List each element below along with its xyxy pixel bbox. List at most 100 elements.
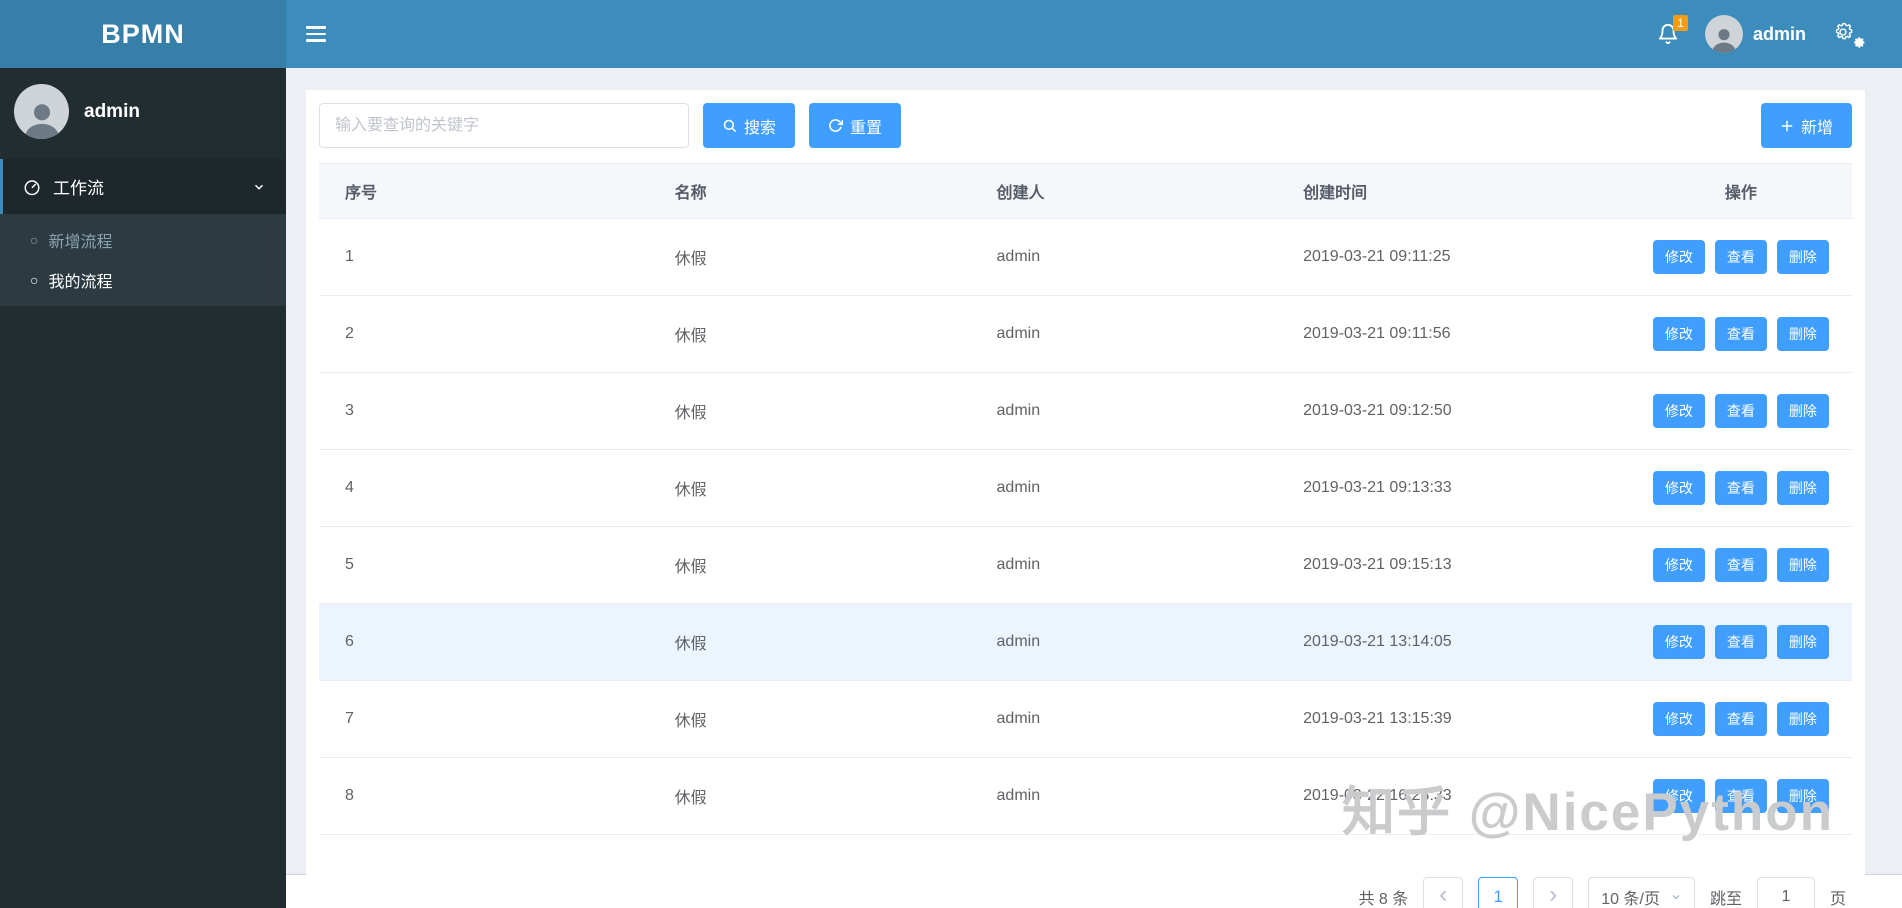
table-row[interactable]: 2 休假 admin 2019-03-21 09:11:56 修改 查看 删除 [319,295,1852,373]
cell-id: 3 [319,372,649,450]
table-row[interactable]: 3 休假 admin 2019-03-21 09:12:50 修改 查看 删除 [319,372,1852,450]
cell-creator: admin [970,757,1278,835]
table-header: 序号 名称 创建人 创建时间 操作 [319,163,1852,219]
sidebar-user-panel: admin [0,68,286,159]
page-size-select[interactable]: 10 条/页 [1588,877,1695,908]
row-view-button[interactable]: 查看 [1714,394,1767,428]
user-menu-button[interactable]: admin [1704,15,1806,53]
plus-icon [1781,120,1793,131]
submenu-item-label: 我的流程 [48,274,113,291]
chevron-down-icon [254,184,264,190]
row-view-button[interactable]: 查看 [1714,625,1767,659]
submenu-item-label: 新增流程 [48,234,113,251]
cell-id: 6 [319,603,649,681]
sidebar-item-workflow[interactable]: 工作流 [0,159,286,214]
sidebar-item-my-process[interactable]: ○ 我的流程 [0,260,286,300]
sidebar-avatar [14,84,69,139]
row-edit-button[interactable]: 修改 [1652,702,1705,736]
navbar-avatar [1704,15,1743,53]
cell-id: 8 [319,757,649,835]
cell-name: 休假 [648,526,971,604]
row-view-button[interactable]: 查看 [1714,317,1767,351]
row-view-button[interactable]: 查看 [1714,471,1767,505]
cell-created: 2019-03-21 09:15:13 [1277,526,1630,604]
row-view-button[interactable]: 查看 [1714,779,1767,813]
table-row[interactable]: 5 休假 admin 2019-03-21 09:15:13 修改 查看 删除 [319,526,1852,604]
navbar-right: 1 admin [1657,15,1902,53]
cell-name: 休假 [648,757,971,835]
search-button[interactable]: 搜索 [703,103,796,148]
cell-name: 休假 [648,449,971,527]
reset-button-label: 重置 [850,119,883,137]
workflow-table: 序号 名称 创建人 创建时间 操作 1 休假 admin 2019-03-21 … [319,163,1852,835]
workflow-icon [24,179,40,195]
row-delete-button[interactable]: 删除 [1776,702,1829,736]
notifications-button[interactable]: 1 [1657,15,1688,45]
cell-id: 5 [319,526,649,604]
row-delete-button[interactable]: 删除 [1776,471,1829,505]
jump-page-input[interactable] [1756,877,1815,908]
small-gear-icon [1854,37,1865,48]
row-delete-button[interactable]: 删除 [1776,548,1829,582]
row-edit-button[interactable]: 修改 [1652,240,1705,274]
search-input[interactable] [319,103,689,148]
table-row[interactable]: 8 休假 admin 2019-03-22 16:28:33 修改 查看 删除 [319,757,1852,835]
page-number-button[interactable]: 1 [1478,877,1519,908]
cell-actions: 修改 查看 删除 [1629,757,1852,835]
row-edit-button[interactable]: 修改 [1652,394,1705,428]
total-count: 共 8 条 [1358,891,1409,908]
cell-created: 2019-03-22 16:28:33 [1277,757,1630,835]
reset-button[interactable]: 重置 [809,103,902,148]
navbar-username: admin [1752,23,1806,44]
cell-created: 2019-03-21 13:14:05 [1277,603,1630,681]
table-row[interactable]: 4 休假 admin 2019-03-21 09:13:33 修改 查看 删除 [319,449,1852,527]
prev-page-button[interactable]: ‹ [1423,877,1464,908]
cell-id: 7 [319,680,649,758]
page-unit-label: 页 [1829,891,1846,908]
row-edit-button[interactable]: 修改 [1652,779,1705,813]
table-row[interactable]: 7 休假 admin 2019-03-21 13:15:39 修改 查看 删除 [319,680,1852,758]
sidebar-toggle-button[interactable] [286,0,346,68]
row-delete-button[interactable]: 删除 [1776,779,1829,813]
row-edit-button[interactable]: 修改 [1652,317,1705,351]
jump-label: 跳至 [1709,891,1742,908]
header-created: 创建时间 [1277,163,1630,219]
row-delete-button[interactable]: 删除 [1776,394,1829,428]
app-logo: BPMN [0,0,286,68]
row-edit-button[interactable]: 修改 [1652,548,1705,582]
cell-name: 休假 [648,372,971,450]
row-edit-button[interactable]: 修改 [1652,625,1705,659]
add-button[interactable]: 新增 [1760,103,1852,148]
circle-icon: ○ [30,232,39,248]
table-row[interactable]: 6 休假 admin 2019-03-21 13:14:05 修改 查看 删除 [319,603,1852,681]
cell-actions: 修改 查看 删除 [1629,449,1852,527]
row-view-button[interactable]: 查看 [1714,548,1767,582]
row-delete-button[interactable]: 删除 [1776,240,1829,274]
cell-actions: 修改 查看 删除 [1629,526,1852,604]
next-page-button[interactable]: › [1533,877,1574,908]
row-edit-button[interactable]: 修改 [1652,471,1705,505]
toolbar: 搜索 重置 新增 [319,103,1852,148]
row-view-button[interactable]: 查看 [1714,240,1767,274]
top-navbar: 1 admin [286,0,1902,68]
cell-creator: admin [970,218,1278,296]
refresh-icon [829,119,844,132]
cell-created: 2019-03-21 09:11:56 [1277,295,1630,373]
search-button-label: 搜索 [744,119,777,137]
sidebar-submenu: ○ 新增流程 ○ 我的流程 [0,214,286,306]
settings-button[interactable] [1832,19,1866,49]
row-view-button[interactable]: 查看 [1714,702,1767,736]
gear-icon [1835,22,1853,40]
add-button-label: 新增 [1800,119,1833,137]
workflow-panel: 搜索 重置 新增 序号 名 [306,90,1865,908]
row-delete-button[interactable]: 删除 [1776,317,1829,351]
row-delete-button[interactable]: 删除 [1776,625,1829,659]
chevron-down-icon [1672,894,1680,900]
header-creator: 创建人 [970,163,1278,219]
content-area: 搜索 重置 新增 序号 名 [286,68,1902,908]
table-row[interactable]: 1 休假 admin 2019-03-21 09:11:25 修改 查看 删除 [319,218,1852,296]
page-size-value: 10 条/页 [1601,891,1660,908]
cell-name: 休假 [648,680,971,758]
sidebar-item-new-process[interactable]: ○ 新增流程 [0,220,286,260]
cell-actions: 修改 查看 删除 [1629,218,1852,296]
